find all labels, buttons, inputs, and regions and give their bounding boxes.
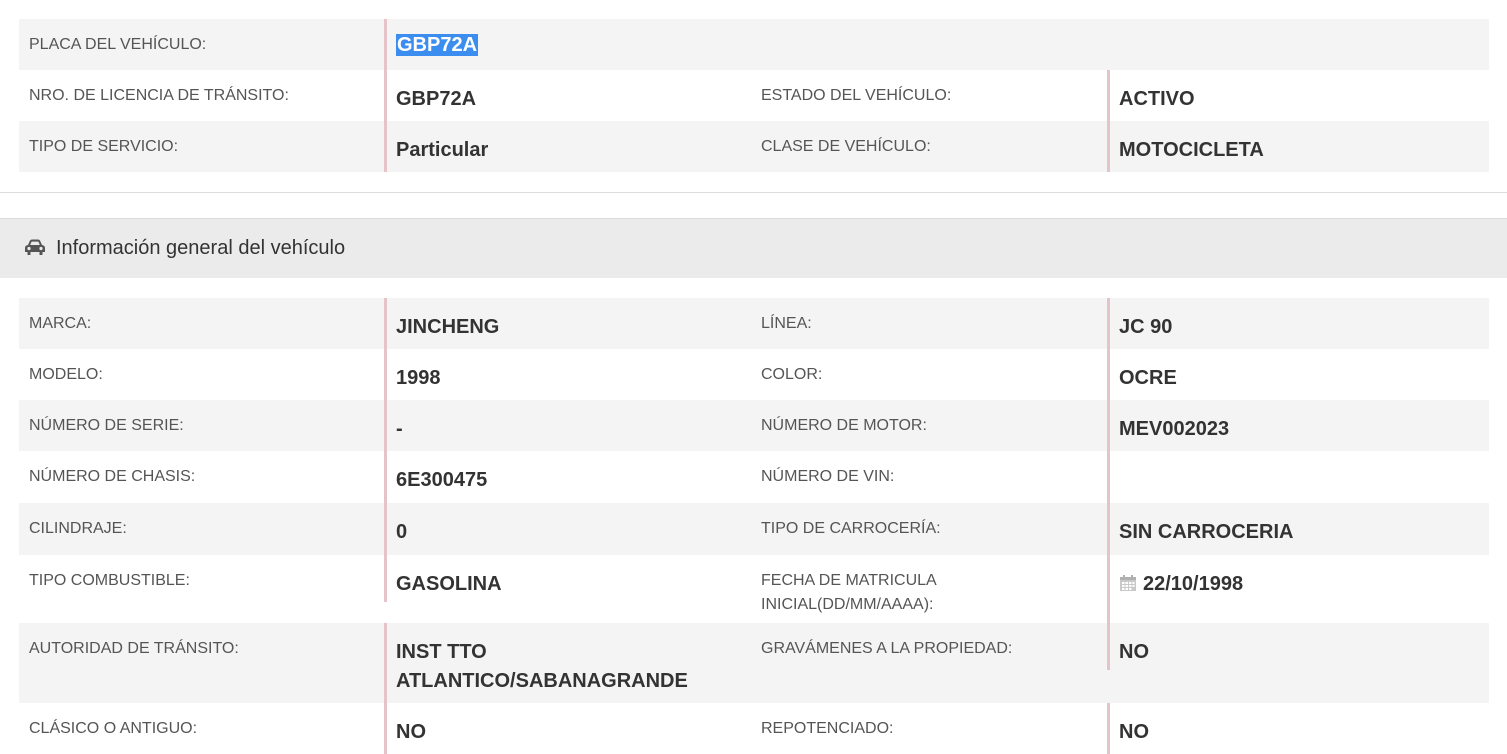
repowered-value: NO (1107, 703, 1489, 754)
table-row: NÚMERO DE SERIE: - NÚMERO DE MOTOR: MEV0… (19, 400, 1489, 451)
liens-value: NO (1107, 623, 1489, 703)
section-header[interactable]: Información general del vehículo (0, 218, 1507, 278)
plate-value[interactable]: GBP72A (384, 19, 1489, 70)
license-label: NRO. DE LICENCIA DE TRÁNSITO: (29, 87, 289, 104)
car-icon (25, 239, 45, 255)
engine-number-label: NÚMERO DE MOTOR: (761, 417, 927, 434)
registration-date-label-line1: FECHA DE MATRICULA (761, 572, 937, 589)
vin-number-value (1107, 451, 1489, 503)
vehicle-id-table: PLACA DEL VEHÍCULO: GBP72A NRO. DE LICEN… (19, 19, 1489, 172)
brand-value: JINCHENG (384, 298, 751, 349)
transit-authority-line1: INST TTO (396, 641, 487, 663)
calendar-icon (1120, 575, 1136, 591)
serial-number-label: NÚMERO DE SERIE: (29, 417, 184, 434)
chassis-number-value: 6E300475 (384, 451, 751, 503)
registration-date-value: 22/10/1998 (1107, 555, 1489, 623)
table-row: TIPO COMBUSTIBLE: GASOLINA FECHA DE MATR… (19, 555, 1489, 623)
plate-value-selected[interactable]: GBP72A (396, 34, 479, 56)
fuel-type-label: TIPO COMBUSTIBLE: (29, 572, 190, 589)
table-row: CILINDRAJE: 0 TIPO DE CARROCERÍA: SIN CA… (19, 503, 1489, 555)
table-row: AUTORIDAD DE TRÁNSITO: INST TTO ATLANTIC… (19, 623, 1489, 703)
classic-value: NO (384, 703, 751, 754)
table-row: CLÁSICO O ANTIGUO: NO REPOTENCIADO: NO (19, 703, 1489, 754)
table-row: NÚMERO DE CHASIS: 6E300475 NÚMERO DE VIN… (19, 451, 1489, 503)
liens-label: GRAVÁMENES A LA PROPIEDAD: (761, 640, 1013, 657)
transit-authority-label: AUTORIDAD DE TRÁNSITO: (29, 640, 239, 657)
repowered-label: REPOTENCIADO: (761, 720, 894, 737)
table-row: MODELO: 1998 COLOR: OCRE (19, 349, 1489, 400)
serial-number-value: - (384, 400, 751, 451)
color-label: COLOR: (761, 366, 823, 383)
divider (0, 192, 1507, 193)
general-info-table: MARCA: JINCHENG LÍNEA: JC 90 MODELO: 199… (19, 298, 1489, 754)
status-value: ACTIVO (1107, 70, 1489, 121)
service-type-value: Particular (384, 121, 751, 172)
registration-date-text: 22/10/1998 (1143, 573, 1244, 595)
status-label: ESTADO DEL VEHÍCULO: (761, 87, 952, 104)
license-value: GBP72A (384, 70, 751, 121)
line-value: JC 90 (1107, 298, 1489, 349)
displacement-label: CILINDRAJE: (29, 520, 127, 537)
registration-date-label: FECHA DE MATRICULA INICIAL(DD/MM/AAAA): (751, 555, 1107, 623)
plate-label: PLACA DEL VEHÍCULO: (29, 36, 207, 53)
section-title: Información general del vehículo (56, 237, 346, 259)
table-row: MARCA: JINCHENG LÍNEA: JC 90 (19, 298, 1489, 349)
model-label: MODELO: (29, 366, 103, 383)
vin-number-label: NÚMERO DE VIN: (761, 468, 895, 485)
vehicle-class-label: CLASE DE VEHÍCULO: (761, 138, 931, 155)
transit-authority-line2: ATLANTICO/SABANAGRANDE (396, 670, 688, 692)
body-type-label: TIPO DE CARROCERÍA: (761, 520, 941, 537)
engine-number-value: MEV002023 (1107, 400, 1489, 451)
model-value: 1998 (384, 349, 751, 400)
vehicle-class-value: MOTOCICLETA (1107, 121, 1489, 172)
fuel-type-value: GASOLINA (384, 555, 751, 623)
classic-label: CLÁSICO O ANTIGUO: (29, 720, 198, 737)
table-row: NRO. DE LICENCIA DE TRÁNSITO: GBP72A EST… (19, 70, 1489, 121)
line-label: LÍNEA: (761, 315, 812, 332)
service-type-label: TIPO DE SERVICIO: (29, 138, 179, 155)
table-row: TIPO DE SERVICIO: Particular CLASE DE VE… (19, 121, 1489, 172)
brand-label: MARCA: (29, 315, 92, 332)
chassis-number-label: NÚMERO DE CHASIS: (29, 468, 196, 485)
color-value: OCRE (1107, 349, 1489, 400)
body-type-value: SIN CARROCERIA (1107, 503, 1489, 555)
transit-authority-value: INST TTO ATLANTICO/SABANAGRANDE (384, 623, 751, 703)
table-row: PLACA DEL VEHÍCULO: GBP72A (19, 19, 1489, 70)
registration-date-label-line2: INICIAL(DD/MM/AAAA): (761, 596, 934, 613)
displacement-value: 0 (384, 503, 751, 555)
